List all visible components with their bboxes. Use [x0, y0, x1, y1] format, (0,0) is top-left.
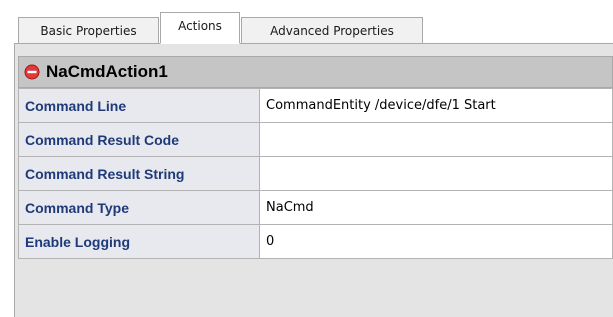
tab-advanced-properties[interactable]: Advanced Properties: [241, 17, 423, 43]
property-key: Command Result String: [18, 156, 260, 191]
properties-table: Command Line CommandEntity /device/dfe/1…: [18, 88, 613, 259]
table-row[interactable]: Command Line CommandEntity /device/dfe/1…: [18, 88, 613, 123]
table-row[interactable]: Command Result String: [18, 156, 613, 191]
table-row[interactable]: Command Type NaCmd: [18, 190, 613, 225]
tab-actions[interactable]: Actions: [160, 12, 240, 44]
property-key: Command Result Code: [18, 122, 260, 157]
property-value[interactable]: 0: [259, 224, 613, 259]
property-value[interactable]: [259, 122, 613, 157]
action-header[interactable]: NaCmdAction1: [18, 56, 613, 88]
empty-area: [18, 296, 613, 317]
property-key: Command Type: [18, 190, 260, 225]
table-row[interactable]: Enable Logging 0: [18, 224, 613, 259]
minus-circle-icon[interactable]: [24, 64, 40, 80]
property-value[interactable]: [259, 156, 613, 191]
property-key: Command Line: [18, 88, 260, 123]
property-value[interactable]: CommandEntity /device/dfe/1 Start: [259, 88, 613, 123]
property-key: Enable Logging: [18, 224, 260, 259]
action-title: NaCmdAction1: [46, 62, 168, 81]
tab-bar: Basic Properties Actions Advanced Proper…: [0, 0, 613, 46]
table-row[interactable]: Command Result Code: [18, 122, 613, 157]
tab-basic-properties[interactable]: Basic Properties: [18, 17, 159, 43]
property-value[interactable]: NaCmd: [259, 190, 613, 225]
